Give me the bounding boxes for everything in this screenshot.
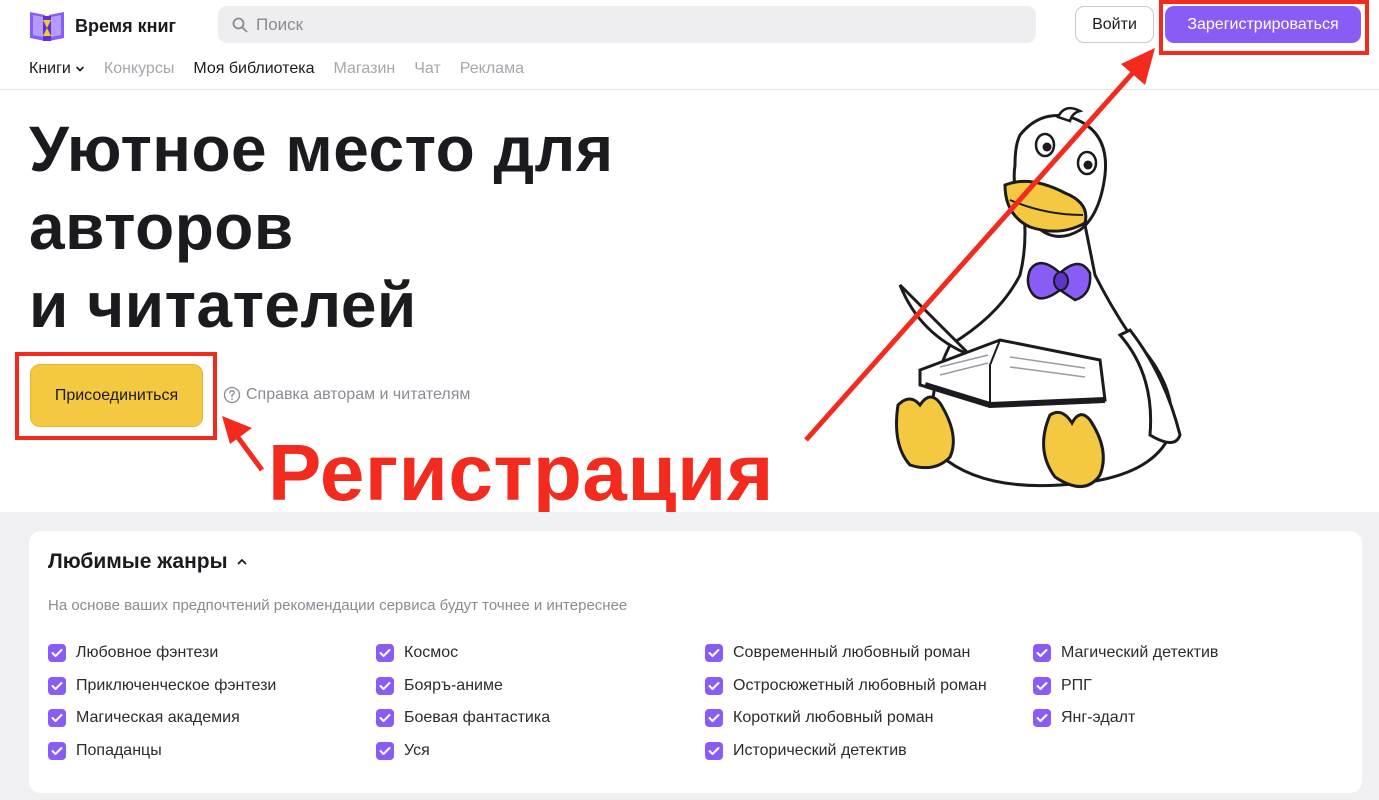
genre-checkbox[interactable]: Короткий любовный роман [705, 702, 987, 735]
nav-item-label: Книги [29, 60, 71, 77]
check-icon [1033, 709, 1051, 728]
chevron-up-icon [237, 559, 246, 565]
genre-column: Любовное фэнтези Приключенческое фэнтези… [48, 637, 276, 767]
genre-label: Янг-эдалт [1061, 709, 1136, 727]
genre-checkbox[interactable]: Магический детектив [1033, 637, 1218, 670]
genres-title[interactable]: Любимые жанры [48, 550, 248, 574]
genre-label: Магическая академия [76, 709, 240, 727]
genres-card: Любимые жанры На основе ваших предпочтен… [29, 531, 1362, 793]
genre-checkbox[interactable]: Современный любовный роман [705, 637, 987, 670]
search-icon [232, 17, 248, 32]
check-icon [705, 644, 723, 663]
genre-column: Магический детектив РПГ Янг-эдалт [1033, 637, 1218, 735]
nav-item-shop[interactable]: Магазин [334, 60, 396, 78]
help-link-label: Справка авторам и читателям [246, 386, 471, 403]
genre-checkbox[interactable]: Приключенческое фэнтези [48, 670, 276, 703]
genres-subtitle: На основе ваших предпочтений рекомендаци… [48, 597, 628, 614]
check-icon [376, 709, 394, 728]
check-icon [1033, 644, 1051, 663]
check-icon [48, 709, 66, 728]
book-logo-icon [30, 12, 64, 41]
genre-checkbox[interactable]: РПГ [1033, 670, 1218, 703]
genre-label: Приключенческое фэнтези [76, 676, 277, 694]
nav-item-label: Моя библиотека [193, 60, 315, 77]
check-icon [1033, 676, 1051, 695]
genre-column: Космос Бояръ-аниме Боевая фантастика Уся [376, 637, 550, 767]
search-input[interactable] [256, 14, 976, 35]
nav-item-books[interactable]: Книги [29, 60, 85, 78]
check-icon [376, 644, 394, 663]
genre-checkbox[interactable]: Бояръ-аниме [376, 670, 550, 703]
genre-checkbox[interactable]: Янг-эдалт [1033, 702, 1218, 735]
nav-item-chat[interactable]: Чат [414, 60, 441, 78]
main-nav: Книги Конкурсы Моя библиотека Магазин Ча… [29, 60, 543, 78]
check-icon [376, 676, 394, 695]
genre-checkbox[interactable]: Боевая фантастика [376, 702, 550, 735]
genre-checkbox[interactable]: Попаданцы [48, 735, 276, 768]
hero-title: Уютное место для авторов и читателей [29, 110, 614, 344]
chevron-down-icon [76, 66, 84, 72]
logo-text: Время книг [75, 15, 177, 36]
help-link[interactable]: Справка авторам и читателям [223, 386, 470, 404]
hero-title-line: авторов [29, 191, 294, 263]
genre-checkbox[interactable]: Любовное фэнтези [48, 637, 276, 670]
genre-label: Космос [404, 644, 459, 662]
check-icon [48, 741, 66, 760]
genre-checkbox[interactable]: Исторический детектив [705, 735, 987, 768]
genre-label: Попаданцы [76, 741, 162, 759]
nav-item-label: Магазин [333, 60, 396, 77]
genre-column: Современный любовный роман Остросюжетный… [705, 637, 987, 767]
genre-label: Боевая фантастика [404, 709, 551, 727]
genre-checkbox[interactable]: Магическая академия [48, 702, 276, 735]
nav-item-label: Конкурсы [103, 60, 175, 77]
arrow-to-join-icon [222, 416, 265, 472]
annotation-box-join [15, 352, 217, 440]
check-icon [48, 676, 66, 695]
genre-label: Остросюжетный любовный роман [733, 676, 987, 694]
nav-item-my-library[interactable]: Моя библиотека [193, 60, 314, 78]
check-icon [705, 709, 723, 728]
nav-item-ads[interactable]: Реклама [460, 60, 524, 78]
check-icon [705, 741, 723, 760]
annotation-label: Регистрация [268, 428, 774, 517]
nav-item-contests[interactable]: Конкурсы [104, 60, 174, 78]
genre-label: РПГ [1061, 676, 1092, 694]
nav-item-label: Реклама [459, 60, 524, 77]
search-bar[interactable] [218, 6, 1036, 43]
site-logo[interactable]: Время книг [28, 8, 176, 44]
check-icon [705, 676, 723, 695]
genre-label: Исторический детектив [733, 741, 907, 759]
genre-label: Любовное фэнтези [76, 644, 219, 662]
genre-label: Бояръ-аниме [404, 676, 503, 694]
genre-checkbox[interactable]: Уся [376, 735, 550, 768]
question-circle-icon [223, 386, 241, 404]
hero-title-line: и читателей [29, 269, 417, 341]
genres-title-text: Любимые жанры [48, 550, 228, 573]
login-button[interactable]: Войти [1075, 6, 1154, 43]
hero-title-line: Уютное место для [29, 113, 614, 185]
nav-item-label: Чат [414, 60, 441, 77]
genre-checkbox[interactable]: Остросюжетный любовный роман [705, 670, 987, 703]
check-icon [48, 644, 66, 663]
annotation-box-register [1159, 0, 1369, 55]
genre-label: Уся [404, 741, 430, 759]
check-icon [376, 741, 394, 760]
goose-mascot-illustration [895, 106, 1182, 488]
genre-label: Магический детектив [1061, 644, 1219, 662]
genre-label: Короткий любовный роман [733, 709, 934, 727]
genre-label: Современный любовный роман [733, 644, 971, 662]
genre-checkbox[interactable]: Космос [376, 637, 550, 670]
